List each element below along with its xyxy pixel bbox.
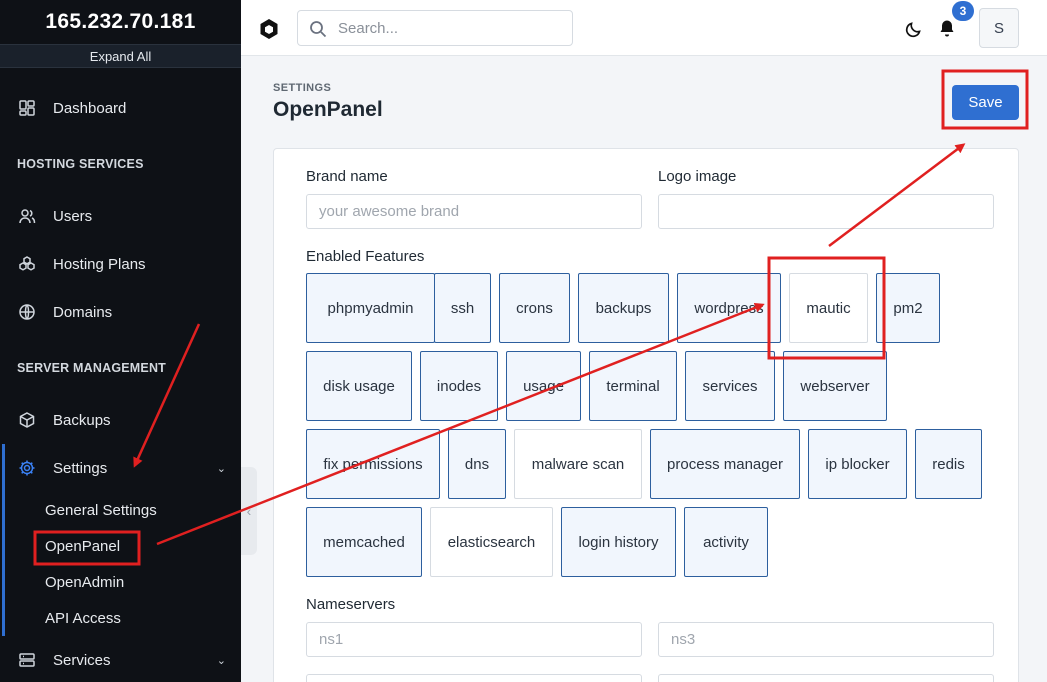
users-icon [18,207,36,225]
server-icon [18,651,36,669]
page-title: OpenPanel [273,98,383,121]
section-server-management: SERVER MANAGEMENT [17,361,167,375]
sidebar: 165.232.70.181 Expand All Dashboard HOST… [0,0,241,682]
ns4-field[interactable] [658,674,994,682]
sidebar-item-domains[interactable]: Domains [0,292,241,332]
sidebar-item-label: Backups [53,411,111,429]
avatar[interactable]: S [979,8,1019,48]
enabled-features-label: Enabled Features [306,248,425,265]
feature-toggle-fix-permissions[interactable]: fix permissions [306,429,440,499]
sidebar-item-label: Dashboard [53,99,127,117]
openpanel-logo-icon[interactable] [259,18,279,40]
moon-icon[interactable] [904,19,924,39]
collapse-sidebar-handle[interactable]: ‹ [241,467,257,555]
feature-toggle-ip-blocker[interactable]: ip blocker [808,429,907,499]
save-button[interactable]: Save [952,85,1019,120]
feature-toggle-inodes[interactable]: inodes [420,351,498,421]
sidebar-item-label: Users [53,207,93,225]
sidebar-item-label: Domains [53,303,113,321]
feature-toggle-dns[interactable]: dns [448,429,506,499]
bell-icon[interactable] [937,18,957,38]
sidebar-item-backups[interactable]: Backups [0,400,241,440]
feature-toggle-terminal[interactable]: terminal [589,351,677,421]
chevron-down-icon: ⌄ [216,654,226,667]
feature-toggle-login-history[interactable]: login history [561,507,676,577]
sidebar-item-settings[interactable]: Settings ⌄ [0,448,241,488]
feature-toggle-services[interactable]: services [685,351,775,421]
search-box [297,10,573,46]
chevron-down-icon: ⌄ [216,462,226,475]
feature-toggle-webserver[interactable]: webserver [783,351,887,421]
sidebar-item-hosting-plans[interactable]: Hosting Plans [0,244,241,284]
brand-name-field[interactable] [306,194,642,229]
topbar: 3 S [241,0,1047,56]
feature-toggle-backups[interactable]: backups [578,273,669,343]
feature-toggle-crons[interactable]: crons [499,273,570,343]
logo-image-label: Logo image [658,168,737,185]
ns1-field[interactable] [306,622,642,657]
sidebar-item-services[interactable]: Services ⌄ [0,640,241,680]
feature-toggle-elasticsearch[interactable]: elasticsearch [430,507,553,577]
ns2-field[interactable] [306,674,642,682]
dashboard-icon [18,99,36,117]
search-input[interactable] [338,11,558,45]
nameservers-label: Nameservers [306,596,396,613]
feature-toggle-usage[interactable]: usage [506,351,581,421]
sidebar-item-users[interactable]: Users [0,196,241,236]
feature-toggle-activity[interactable]: activity [684,507,768,577]
gear-icon [18,459,36,477]
sidebar-item-label: Settings [53,459,108,477]
logo-image-field[interactable] [658,194,994,229]
feature-toggle-wordpress[interactable]: wordpress [677,273,781,343]
sidebar-subitem-openpanel[interactable]: OpenPanel [45,538,120,555]
sidebar-subitem-general-settings[interactable]: General Settings [45,502,157,519]
search-icon [310,21,327,38]
brand-name-label: Brand name [306,168,388,185]
feature-toggle-redis[interactable]: redis [915,429,982,499]
sidebar-item-label: Hosting Plans [53,255,146,273]
feature-toggle-ssh[interactable]: ssh [434,273,491,343]
ns3-field[interactable] [658,622,994,657]
box-icon [18,411,36,429]
feature-toggle-process-manager[interactable]: process manager [650,429,800,499]
feature-toggle-malware-scan[interactable]: malware scan [514,429,642,499]
sidebar-subitem-api-access[interactable]: API Access [45,610,121,627]
expand-all-button[interactable]: Expand All [0,44,241,68]
hosting-plans-icon [18,255,36,273]
www-icon [18,303,36,321]
feature-toggle-memcached[interactable]: memcached [306,507,422,577]
sidebar-subitem-openadmin[interactable]: OpenAdmin [45,574,124,591]
feature-toggle-disk-usage[interactable]: disk usage [306,351,412,421]
server-ip: 165.232.70.181 [45,10,196,33]
sidebar-item-dashboard[interactable]: Dashboard [0,88,241,128]
feature-toggle-pm2[interactable]: pm2 [876,273,940,343]
section-hosting-services: HOSTING SERVICES [17,157,144,171]
breadcrumb: SETTINGS [273,82,332,94]
notification-badge: 3 [952,1,974,21]
feature-toggle-mautic[interactable]: mautic [789,273,868,343]
settings-card: Brand name Logo image Enabled Features p… [273,148,1019,682]
feature-toggle-phpmyadmin[interactable]: phpmyadmin [306,273,435,343]
sidebar-item-label: Services [53,651,111,669]
